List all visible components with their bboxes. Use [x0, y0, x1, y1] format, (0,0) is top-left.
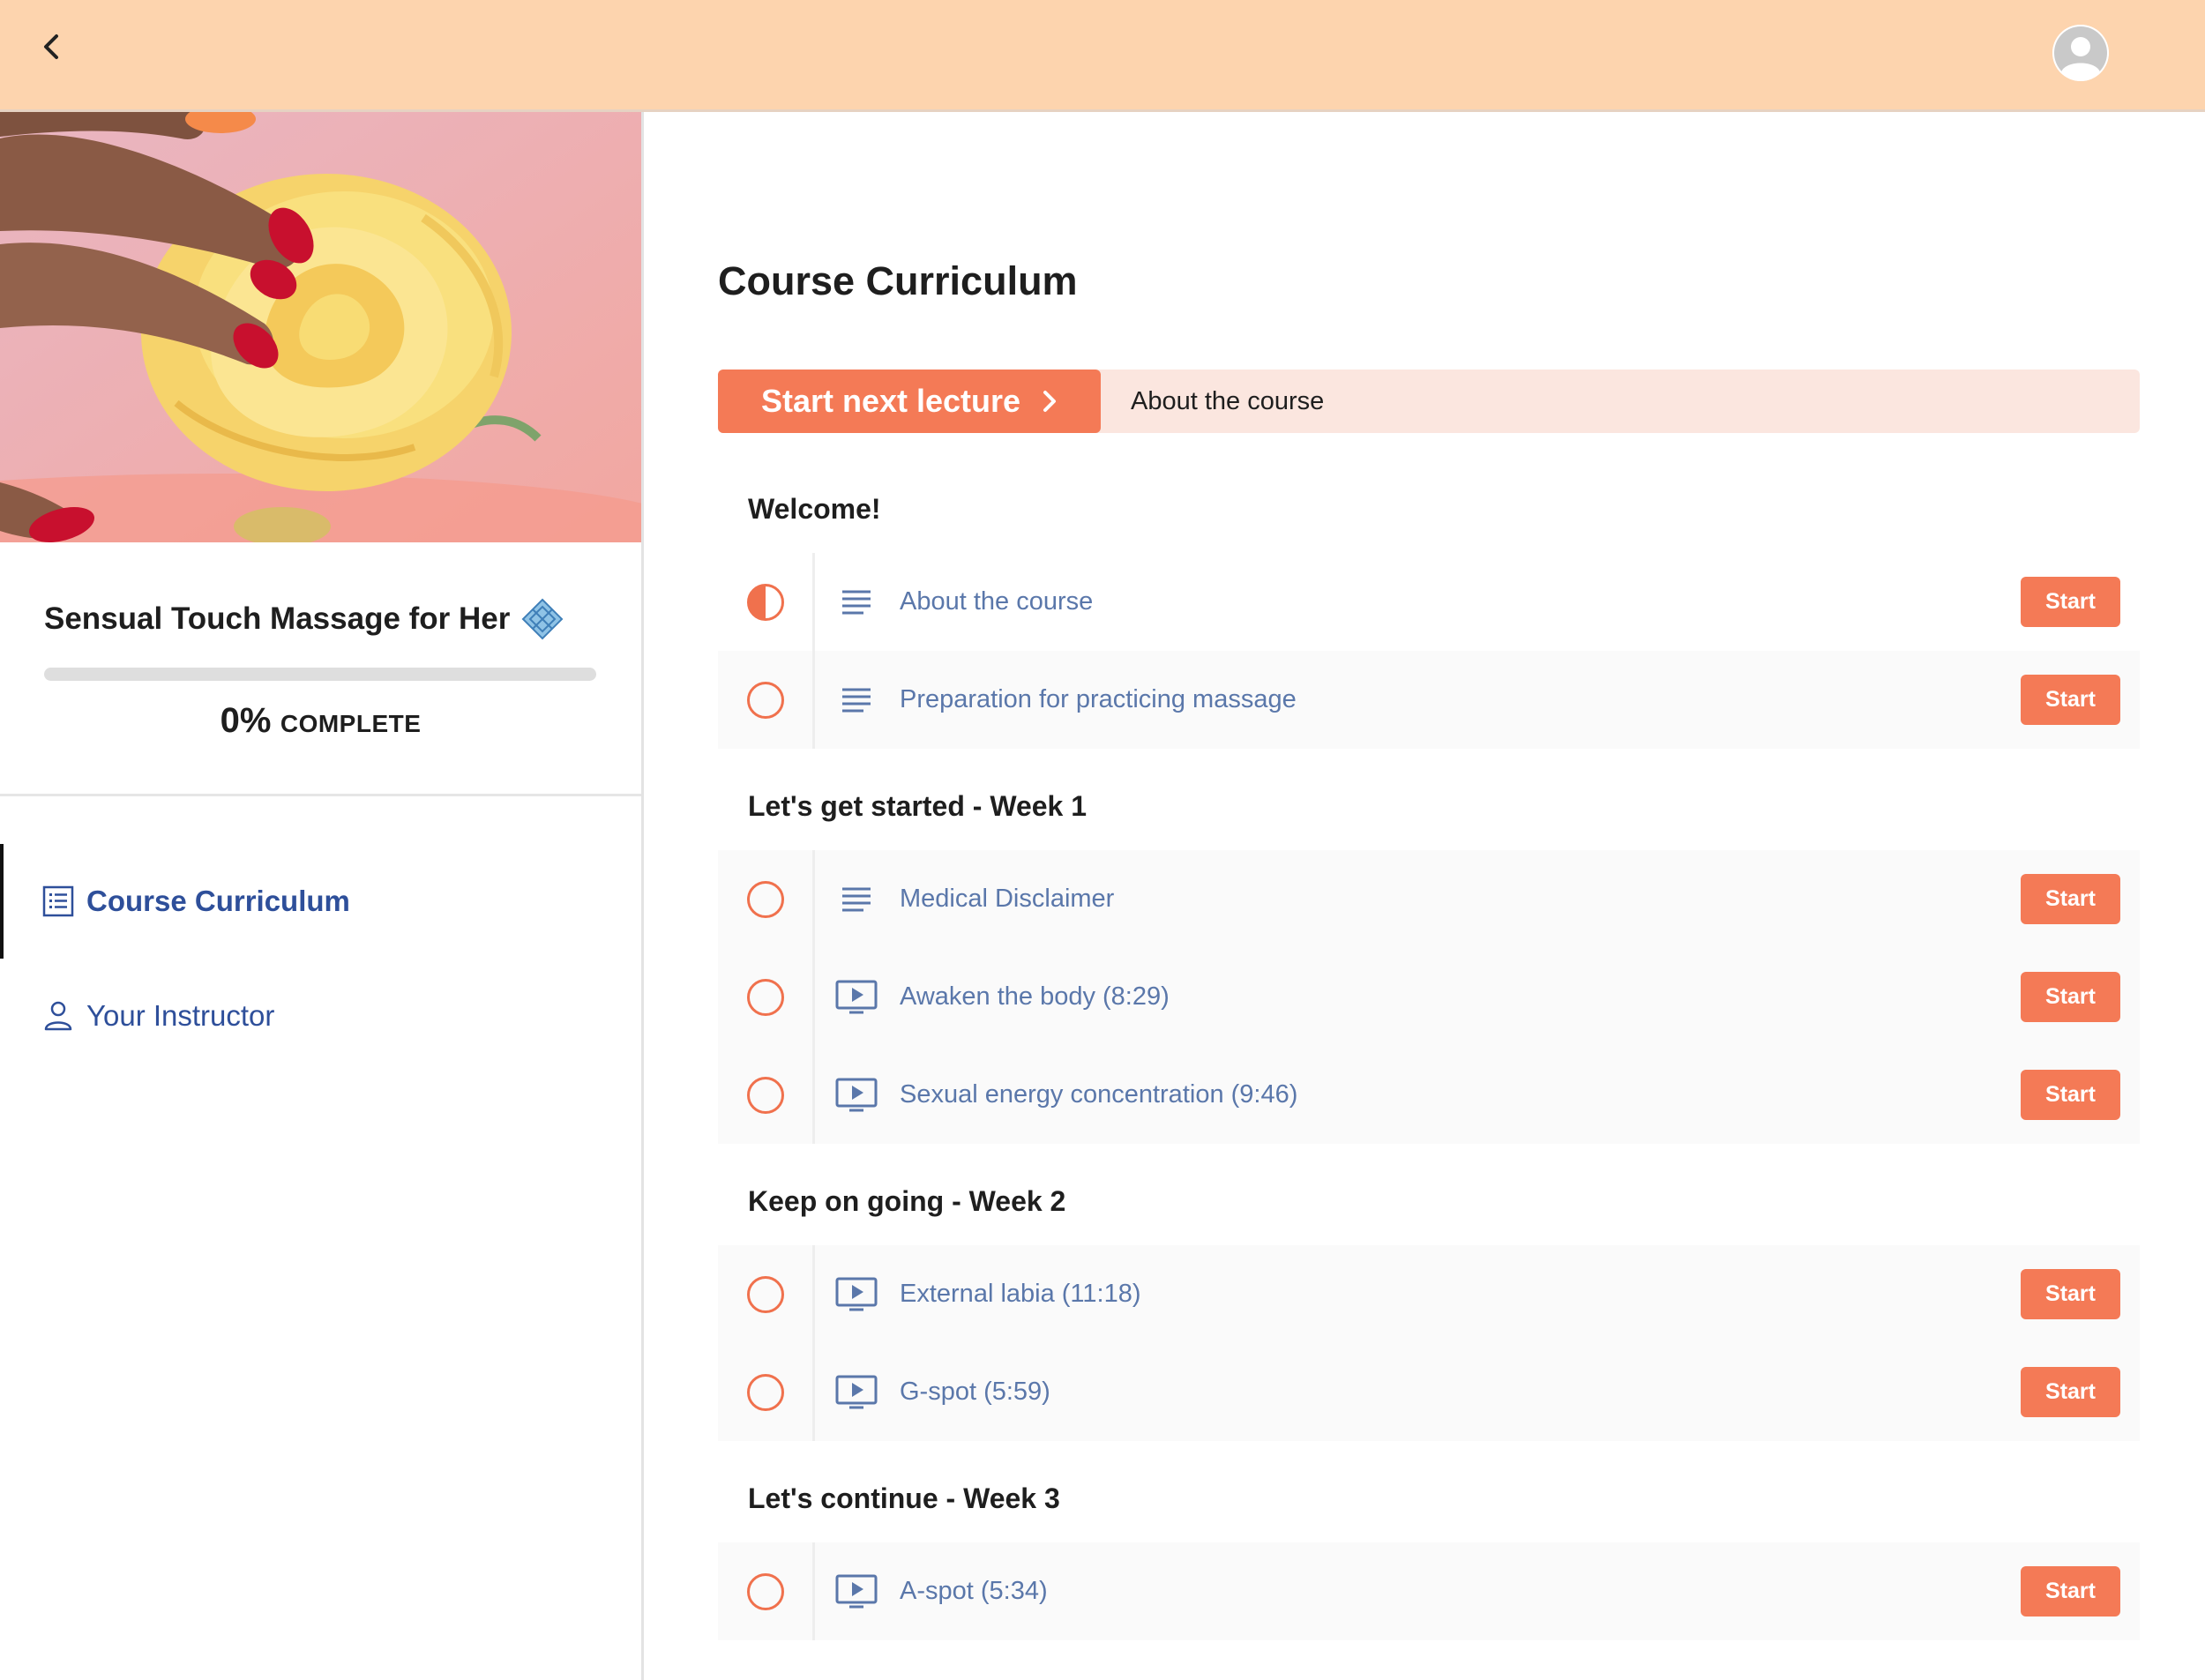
curriculum-section: Welcome! About the course Start Preparat…: [718, 465, 2140, 749]
start-next-lecture-button[interactable]: Start next lecture: [718, 370, 1101, 433]
video-icon: [835, 980, 878, 1013]
lecture-row[interactable]: G-spot (5:59) Start: [718, 1343, 2140, 1441]
course-image: [0, 112, 641, 542]
diamond-icon: [521, 598, 564, 640]
text-lines-icon: [842, 688, 871, 712]
curriculum-section: Let's continue - Week 3 A-spot (5:34) St…: [718, 1454, 2140, 1640]
lecture-name: Medical Disclaimer: [900, 885, 1115, 913]
not-started-status-icon: [746, 880, 784, 918]
video-icon: [835, 1277, 878, 1310]
not-started-status-icon: [746, 1572, 784, 1610]
section-title: Welcome!: [748, 492, 881, 525]
sidebar-nav: Course Curriculum Your Instructor: [0, 844, 641, 1073]
start-button[interactable]: Start: [2021, 1367, 2120, 1417]
course-info: Sensual Touch Massage for Her 0% COMPLET…: [0, 542, 641, 796]
list-icon: [42, 885, 74, 917]
sidebar: Sensual Touch Massage for Her 0% COMPLET…: [0, 112, 644, 1680]
not-started-status-icon: [746, 681, 784, 719]
section-title: Let's continue - Week 3: [748, 1482, 1060, 1514]
lecture-name: A-spot (5:34): [900, 1577, 1048, 1605]
not-started-status-icon: [746, 1373, 784, 1411]
lecture-row[interactable]: Medical Disclaimer Start: [718, 850, 2140, 948]
not-started-status-icon: [746, 978, 784, 1016]
chevron-left-icon: [44, 34, 58, 59]
progress-label: COMPLETE: [280, 710, 422, 737]
course-title: Sensual Touch Massage for Her: [44, 597, 564, 641]
lecture-row[interactable]: About the course Start: [718, 553, 2140, 651]
start-button[interactable]: Start: [2021, 675, 2120, 725]
progress-text: 0% COMPLETE: [0, 701, 641, 741]
start-button[interactable]: Start: [2021, 577, 2120, 627]
text-lines-icon: [842, 590, 871, 614]
chevron-right-icon: [1043, 391, 1057, 412]
in-progress-status-icon: [746, 583, 784, 621]
start-next-lecture-label: Start next lecture: [760, 383, 1021, 419]
next-lecture-name: About the course: [1131, 386, 1325, 415]
sidebar-item-label: Your Instructor: [86, 999, 275, 1032]
next-lecture-bar: Start next lecture About the course: [718, 370, 2140, 433]
user-avatar-icon: [2052, 25, 2109, 81]
sidebar-item-label: Course Curriculum: [86, 885, 350, 917]
lecture-name: External labia (11:18): [900, 1280, 1141, 1308]
start-button[interactable]: Start: [2021, 972, 2120, 1022]
sidebar-item-course-curriculum[interactable]: Course Curriculum: [0, 844, 641, 959]
user-avatar[interactable]: [2052, 25, 2109, 81]
page-title: Course Curriculum: [718, 258, 1078, 303]
video-icon: [835, 1078, 878, 1111]
not-started-status-icon: [746, 1076, 784, 1114]
lecture-row[interactable]: External labia (11:18) Start: [718, 1245, 2140, 1343]
curriculum-section: Let's get started - Week 1 Medical Discl…: [718, 762, 2140, 1144]
start-button[interactable]: Start: [2021, 1566, 2120, 1617]
start-button[interactable]: Start: [2021, 1070, 2120, 1120]
lecture-name: G-spot (5:59): [900, 1378, 1050, 1406]
person-icon: [44, 1001, 72, 1031]
lecture-row[interactable]: Sexual energy concentration (9:46) Start: [718, 1046, 2140, 1144]
lecture-name: Awaken the body (8:29): [900, 982, 1170, 1011]
lecture-row[interactable]: Preparation for practicing massage Start: [718, 651, 2140, 749]
lecture-name: About the course: [900, 587, 1094, 616]
progress-percent: 0%: [220, 701, 272, 740]
video-icon: [835, 1574, 878, 1608]
course-title-text: Sensual Touch Massage for Her: [44, 601, 511, 636]
section-title: Let's get started - Week 1: [748, 789, 1088, 822]
main-content: Course Curriculum Start next lecture Abo…: [644, 112, 2205, 1680]
lecture-name: Preparation for practicing massage: [900, 685, 1297, 713]
lecture-name: Sexual energy concentration (9:46): [900, 1080, 1298, 1109]
sidebar-item-your-instructor[interactable]: Your Instructor: [0, 959, 641, 1073]
top-bar: [0, 0, 2205, 112]
video-icon: [835, 1375, 878, 1408]
section-title: Keep on going - Week 2: [748, 1184, 1066, 1217]
not-started-status-icon: [746, 1275, 784, 1313]
start-button[interactable]: Start: [2021, 1269, 2120, 1319]
curriculum-section: Keep on going - Week 2 External labia (1…: [718, 1157, 2140, 1441]
back-button[interactable]: [35, 26, 67, 67]
progress-bar: [44, 668, 596, 681]
text-lines-icon: [842, 887, 871, 911]
start-button[interactable]: Start: [2021, 874, 2120, 924]
lecture-row[interactable]: A-spot (5:34) Start: [718, 1542, 2140, 1640]
lecture-row[interactable]: Awaken the body (8:29) Start: [718, 948, 2140, 1046]
